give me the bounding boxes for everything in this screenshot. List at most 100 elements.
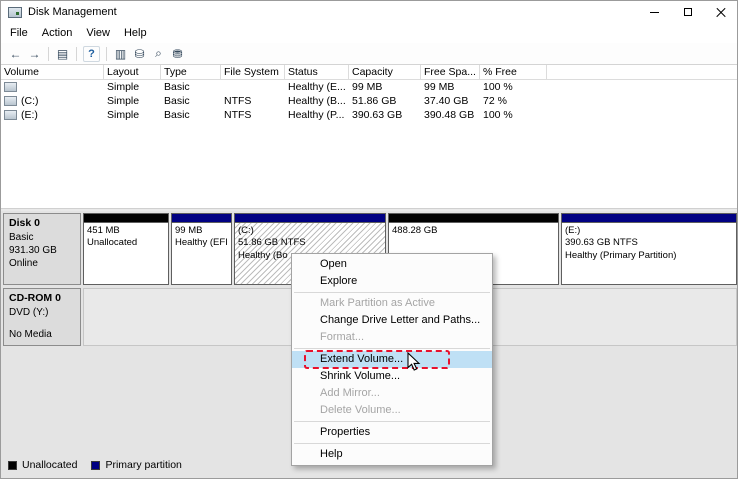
cell-type: Basic <box>161 95 221 107</box>
disk-stack-icon[interactable]: ⛁ <box>130 45 149 62</box>
toolbar: ← → ▤ ? ▥ ⛁ ⌕ ⛃ <box>1 43 737 65</box>
partition-unallocated-451mb[interactable]: 451 MB Unallocated <box>83 213 169 285</box>
cell-status: Healthy (P... <box>285 109 349 121</box>
cell-status: Healthy (B... <box>285 95 349 107</box>
context-menu-item-extend-volume[interactable]: Extend Volume... <box>292 351 492 368</box>
window-title: Disk Management <box>28 6 117 18</box>
help-icon[interactable]: ? <box>83 46 100 62</box>
column-header-file-system[interactable]: File System <box>221 65 285 80</box>
partition-size: 390.63 GB NTFS <box>565 237 733 249</box>
cell-layout: Simple <box>104 81 161 93</box>
cell-capacity: 390.63 GB <box>349 109 421 121</box>
context-menu-item-explore[interactable]: Explore <box>292 273 492 290</box>
cdrom-name: CD-ROM 0 <box>9 292 75 306</box>
cell-type: Basic <box>161 109 221 121</box>
partition-color-bar <box>389 214 558 223</box>
close-button[interactable] <box>704 1 737 23</box>
volume-icon <box>4 110 17 120</box>
context-menu-item-change-drive-letter[interactable]: Change Drive Letter and Paths... <box>292 312 492 329</box>
table-row[interactable]: (C:) Simple Basic NTFS Healthy (B... 51.… <box>1 94 738 108</box>
partition-e-drive[interactable]: (E:) 390.63 GB NTFS Healthy (Primary Par… <box>561 213 737 285</box>
cell-pct-free: 100 % <box>480 81 547 93</box>
context-menu-item-shrink-volume[interactable]: Shrink Volume... <box>292 368 492 385</box>
menu-action[interactable]: Action <box>35 24 80 42</box>
partition-size: 51.86 GB NTFS <box>238 237 382 249</box>
column-header-layout[interactable]: Layout <box>104 65 161 80</box>
cell-pct-free: 100 % <box>480 109 547 121</box>
menu-file[interactable]: File <box>3 24 35 42</box>
partition-size: 451 MB <box>87 225 165 237</box>
menu-separator <box>294 348 490 349</box>
maximize-button[interactable] <box>671 1 704 23</box>
drive-icon[interactable]: ⛃ <box>168 45 187 62</box>
column-header-type[interactable]: Type <box>161 65 221 80</box>
toolbar-separator <box>76 47 77 61</box>
cell-status: Healthy (E... <box>285 81 349 93</box>
table-row[interactable]: (E:) Simple Basic NTFS Healthy (P... 390… <box>1 108 738 122</box>
legend: Unallocated Primary partition <box>8 459 182 471</box>
export-list-icon[interactable]: ▥ <box>111 45 130 62</box>
volume-table-header: Volume Layout Type File System Status Ca… <box>1 65 738 80</box>
partition-status: Healthy (Primary Partition) <box>565 250 733 262</box>
volume-name: (C:) <box>21 95 39 107</box>
partition-label: (E:) <box>565 225 733 237</box>
partition-status: Unallocated <box>87 237 165 249</box>
legend-item-unallocated: Unallocated <box>8 459 77 471</box>
partition-color-bar <box>235 214 385 223</box>
toolbar-separator <box>48 47 49 61</box>
partition-efi-99mb[interactable]: 99 MB Healthy (EFI <box>171 213 232 285</box>
minimize-button[interactable] <box>638 1 671 23</box>
volume-list-pane: Volume Layout Type File System Status Ca… <box>1 65 738 208</box>
console-window-icon[interactable]: ▤ <box>53 45 72 62</box>
red-highlight-annotation <box>304 350 450 369</box>
context-menu-item-help[interactable]: Help <box>292 446 492 463</box>
menu-separator <box>294 292 490 293</box>
context-menu-item-properties[interactable]: Properties <box>292 424 492 441</box>
menu-view[interactable]: View <box>79 24 117 42</box>
volume-name: (E:) <box>21 109 38 121</box>
disk-0-label[interactable]: Disk 0 Basic 931.30 GB Online <box>3 213 81 285</box>
cell-layout: Simple <box>104 95 161 107</box>
cdrom-0-label[interactable]: CD-ROM 0 DVD (Y:) No Media <box>3 288 81 346</box>
window-controls <box>638 1 737 23</box>
unallocated-swatch-icon <box>8 461 17 470</box>
column-header-volume[interactable]: Volume <box>1 65 104 80</box>
cell-file-system: NTFS <box>221 109 285 121</box>
context-menu-item-add-mirror: Add Mirror... <box>292 385 492 402</box>
menu-separator <box>294 443 490 444</box>
table-row[interactable]: Simple Basic Healthy (E... 99 MB 99 MB 1… <box>1 80 738 94</box>
forward-icon[interactable]: → <box>25 45 44 62</box>
cdrom-type: DVD (Y:) <box>9 306 75 319</box>
menubar: File Action View Help <box>1 23 737 43</box>
menu-help[interactable]: Help <box>117 24 154 42</box>
cell-free-space: 99 MB <box>421 81 480 93</box>
context-menu-item-format: Format... <box>292 329 492 346</box>
legend-label: Primary partition <box>105 459 181 471</box>
cell-file-system: NTFS <box>221 95 285 107</box>
partition-color-bar <box>172 214 231 223</box>
cell-capacity: 51.86 GB <box>349 95 421 107</box>
partition-label: (C:) <box>238 225 382 237</box>
partition-size: 488.28 GB <box>392 225 555 237</box>
close-icon <box>716 7 726 17</box>
primary-partition-swatch-icon <box>91 461 100 470</box>
volume-icon <box>4 82 17 92</box>
toolbar-separator <box>106 47 107 61</box>
disk-type: Basic <box>9 231 75 244</box>
cell-free-space: 390.48 GB <box>421 109 480 121</box>
back-icon[interactable]: ← <box>6 45 25 62</box>
partition-status: Healthy (EFI <box>175 237 228 249</box>
column-header-filler <box>547 65 738 80</box>
partition-color-bar <box>84 214 168 223</box>
app-icon <box>8 7 22 18</box>
context-menu-item-open[interactable]: Open <box>292 256 492 273</box>
partition-size: 99 MB <box>175 225 228 237</box>
titlebar: Disk Management <box>1 1 737 23</box>
search-icon[interactable]: ⌕ <box>149 45 168 62</box>
column-header-status[interactable]: Status <box>285 65 349 80</box>
column-header-capacity[interactable]: Capacity <box>349 65 421 80</box>
column-header-pct-free[interactable]: % Free <box>480 65 547 80</box>
column-header-free-space[interactable]: Free Spa... <box>421 65 480 80</box>
cell-pct-free: 72 % <box>480 95 547 107</box>
cdrom-status: No Media <box>9 328 75 341</box>
